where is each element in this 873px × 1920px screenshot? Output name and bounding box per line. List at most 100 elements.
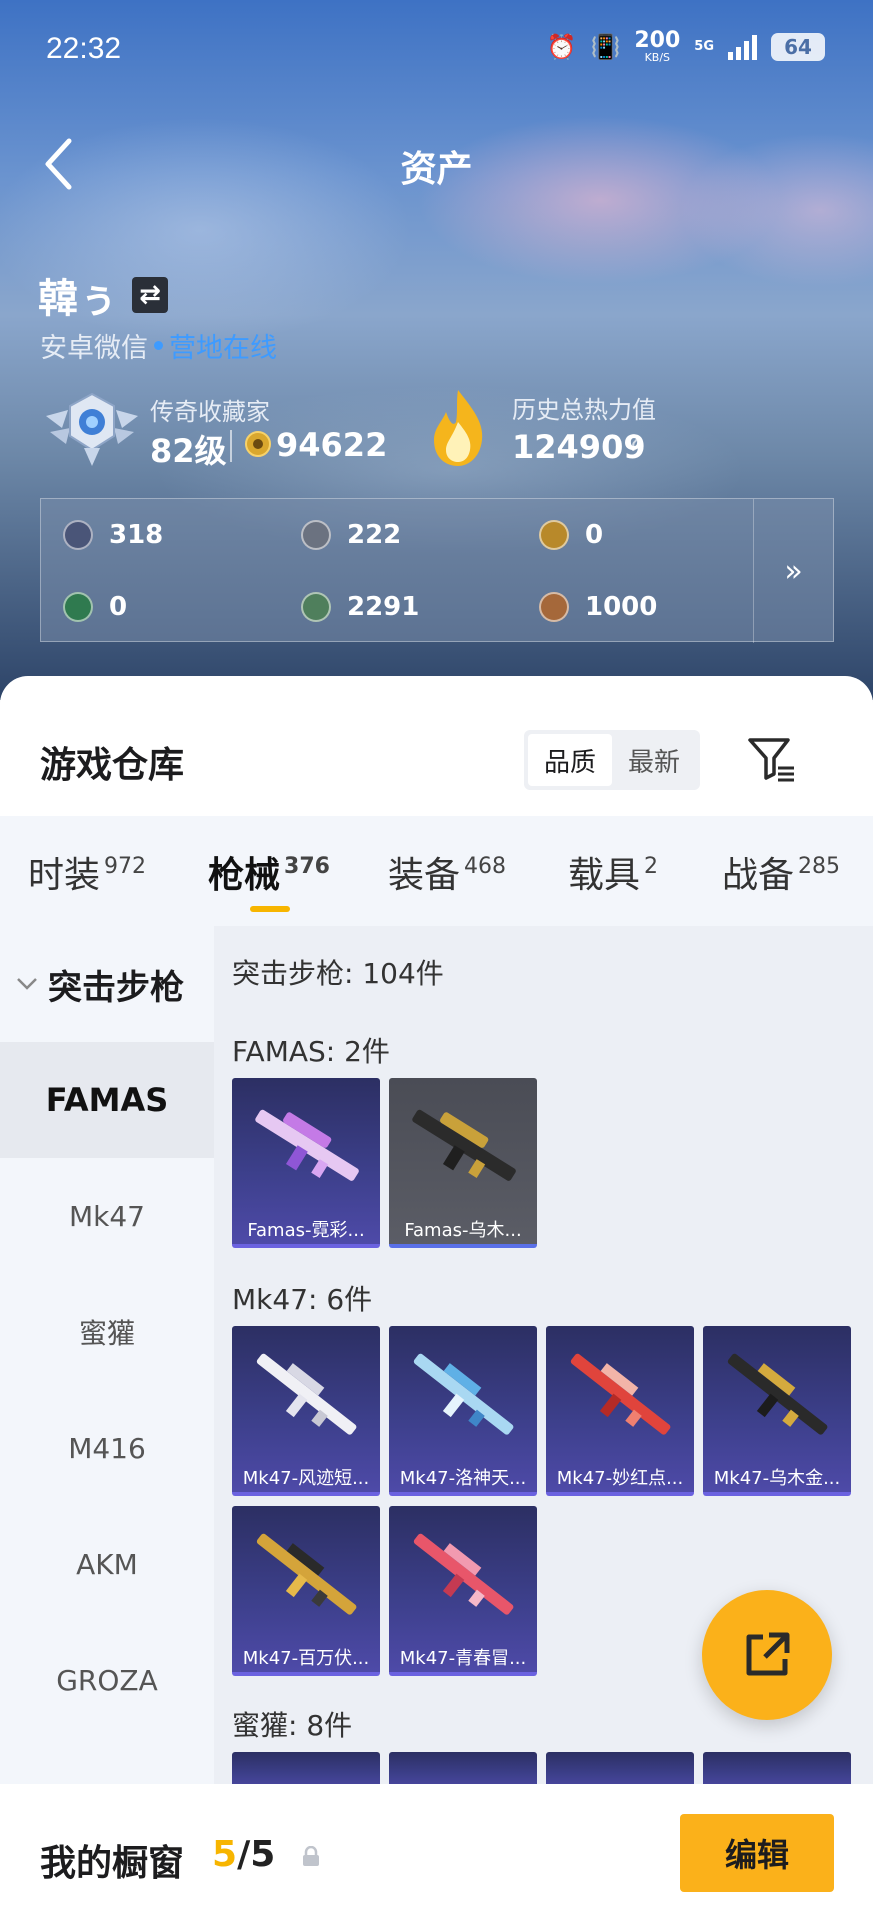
flame-icon xyxy=(434,390,483,466)
switch-account-icon[interactable]: ⇄ xyxy=(132,277,168,313)
group-title-mk47: Mk47: 6件 xyxy=(232,1283,373,1316)
battery-icon: 64 xyxy=(771,32,825,61)
showcase-bar: 我的橱窗 5/5 编辑 xyxy=(0,1784,873,1920)
skin-tile[interactable]: Famas-霓彩... xyxy=(232,1078,380,1248)
coin-value: 94622 xyxy=(276,426,388,464)
rank-emblem-icon xyxy=(46,392,138,466)
silver-coin-icon xyxy=(301,520,331,550)
tab-firearms[interactable]: 枪械 376 xyxy=(208,846,330,898)
page-title: 资产 xyxy=(400,149,473,190)
sidebar-item-groza[interactable]: GROZA xyxy=(0,1622,214,1738)
help-icon[interactable]: ? xyxy=(628,432,640,457)
asset-value: 1000 xyxy=(585,592,658,622)
profile-hero: 22:32 ⏰ 📳 200 KB/S 5G 64 资产 韓ぅ ⇄ 安卓微信 营地… xyxy=(0,0,873,700)
share-fab-button[interactable] xyxy=(702,1590,832,1720)
network-type: 5G xyxy=(694,39,714,54)
tab-equipment[interactable]: 装备 468 xyxy=(388,846,506,898)
asset-value: 0 xyxy=(585,520,604,550)
vibrate-icon: 📳 xyxy=(590,32,621,61)
asset-item: 2291 xyxy=(279,571,517,643)
sidebar-item-famas[interactable]: FAMAS xyxy=(0,1042,214,1158)
gold-token-icon xyxy=(539,520,569,550)
chevron-down-icon xyxy=(17,978,37,990)
asset-panel: 318 222 0 0 2291 1000 » xyxy=(40,498,834,643)
rifle-icon xyxy=(412,1109,516,1181)
rifle-icon xyxy=(255,1109,359,1181)
tab-vehicles[interactable]: 载具 2 xyxy=(568,846,658,898)
online-status: 营地在线 xyxy=(169,333,277,364)
rifle-icon xyxy=(256,1533,357,1615)
warehouse-sheet: 游戏仓库 品质 最新 时装 972 枪械 376 装备 468 载具 2 战备 285 突… xyxy=(0,676,873,1920)
tab-gear[interactable]: 战备 285 xyxy=(722,846,840,898)
tab-fashion[interactable]: 时装 972 xyxy=(28,846,146,898)
heat-title: 历史总热力值 xyxy=(512,396,656,424)
asset-value: 2291 xyxy=(347,592,420,622)
skin-tile[interactable]: Mk47-风迹短... xyxy=(232,1326,380,1496)
rifle-icon xyxy=(570,1353,671,1435)
asset-item: 1000 xyxy=(517,571,755,643)
profile-name: 韓ぅ ⇄ xyxy=(38,266,168,324)
skin-tile[interactable]: Mk47-洛神天... xyxy=(389,1326,537,1496)
asset-value: 0 xyxy=(109,592,128,622)
divider xyxy=(230,430,232,462)
showcase-label: 我的橱窗 xyxy=(40,1843,185,1884)
coin-icon xyxy=(245,431,271,457)
sort-toggle: 品质 最新 xyxy=(524,730,700,790)
online-dot-icon xyxy=(154,341,163,350)
tiles-famas: Famas-霓彩... Famas-乌木... xyxy=(232,1078,851,1248)
skin-tile[interactable]: Mk47-乌木金... xyxy=(703,1326,851,1496)
platform-text: 安卓微信 xyxy=(40,333,148,364)
bronze-coin-icon xyxy=(539,592,569,622)
asset-item: 222 xyxy=(279,499,517,571)
asset-item: 0 xyxy=(41,571,279,643)
skin-tile[interactable]: Famas-乌木... xyxy=(389,1078,537,1248)
sort-quality-button[interactable]: 品质 xyxy=(528,734,612,786)
skin-tile[interactable]: Mk47-青春冒... xyxy=(389,1506,537,1676)
skin-tile[interactable]: Mk47-妙红点... xyxy=(546,1326,694,1496)
group-title-honey-badger: 蜜獾: 8件 xyxy=(232,1709,353,1742)
showcase-count: 5/5 xyxy=(212,1834,276,1875)
filter-icon[interactable] xyxy=(744,732,798,786)
edit-button[interactable]: 编辑 xyxy=(680,1814,834,1892)
green-card-icon xyxy=(63,592,93,622)
green-gem-icon xyxy=(301,592,331,622)
rifle-icon xyxy=(413,1533,514,1615)
asset-value: 318 xyxy=(109,520,164,550)
rifle-icon xyxy=(413,1353,514,1435)
sidebar-item-mk47[interactable]: Mk47 xyxy=(0,1158,214,1274)
group-title-famas: FAMAS: 2件 xyxy=(232,1035,390,1068)
asset-item: 318 xyxy=(41,499,279,571)
profile-name-text: 韓ぅ xyxy=(38,276,118,322)
category-head-assault-rifle[interactable]: 突击步枪 xyxy=(0,926,214,1042)
weapon-category-sidebar: 突击步枪 FAMAS Mk47 蜜獾 M416 AKM GROZA xyxy=(0,926,214,1920)
heat-value: 124909 xyxy=(512,428,646,466)
section-total: 突击步枪: 104件 xyxy=(232,957,444,990)
rifle-icon xyxy=(256,1353,357,1435)
profile-platform: 安卓微信 营地在线 xyxy=(40,326,277,365)
skin-tile[interactable]: Mk47-百万伏... xyxy=(232,1506,380,1676)
rank-level: 82级 xyxy=(150,432,227,470)
external-link-icon xyxy=(746,1632,790,1676)
asset-more-button[interactable]: » xyxy=(753,499,833,643)
rifle-icon xyxy=(727,1353,828,1435)
inventory-grid-area: 突击步枪: 104件 FAMAS: 2件 Famas-霓彩... Famas-乌… xyxy=(214,926,873,1920)
asset-item: 0 xyxy=(517,499,755,571)
network-speed: 200 KB/S xyxy=(634,28,681,64)
asset-value: 222 xyxy=(347,520,402,550)
category-tabs: 时装 972 枪械 376 装备 468 载具 2 战备 285 xyxy=(0,816,873,926)
sidebar-item-honey-badger[interactable]: 蜜獾 xyxy=(0,1274,214,1390)
status-time: 22:32 xyxy=(46,32,122,65)
sidebar-item-m416[interactable]: M416 xyxy=(0,1390,214,1506)
status-icons: ⏰ 📳 200 KB/S 5G 64 xyxy=(547,30,825,63)
status-bar: 22:32 ⏰ 📳 200 KB/S 5G 64 xyxy=(0,0,873,104)
warehouse-title: 游戏仓库 xyxy=(40,745,185,786)
sidebar-item-akm[interactable]: AKM xyxy=(0,1506,214,1622)
alarm-icon: ⏰ xyxy=(546,32,577,61)
rank-title: 传奇收藏家 xyxy=(150,398,270,426)
sort-newest-button[interactable]: 最新 xyxy=(612,734,696,786)
card-icon xyxy=(63,520,93,550)
active-tab-indicator xyxy=(250,906,290,912)
signal-icon xyxy=(728,34,757,60)
asset-grid: 318 222 0 0 2291 1000 xyxy=(41,499,755,643)
lock-icon xyxy=(303,1846,319,1866)
